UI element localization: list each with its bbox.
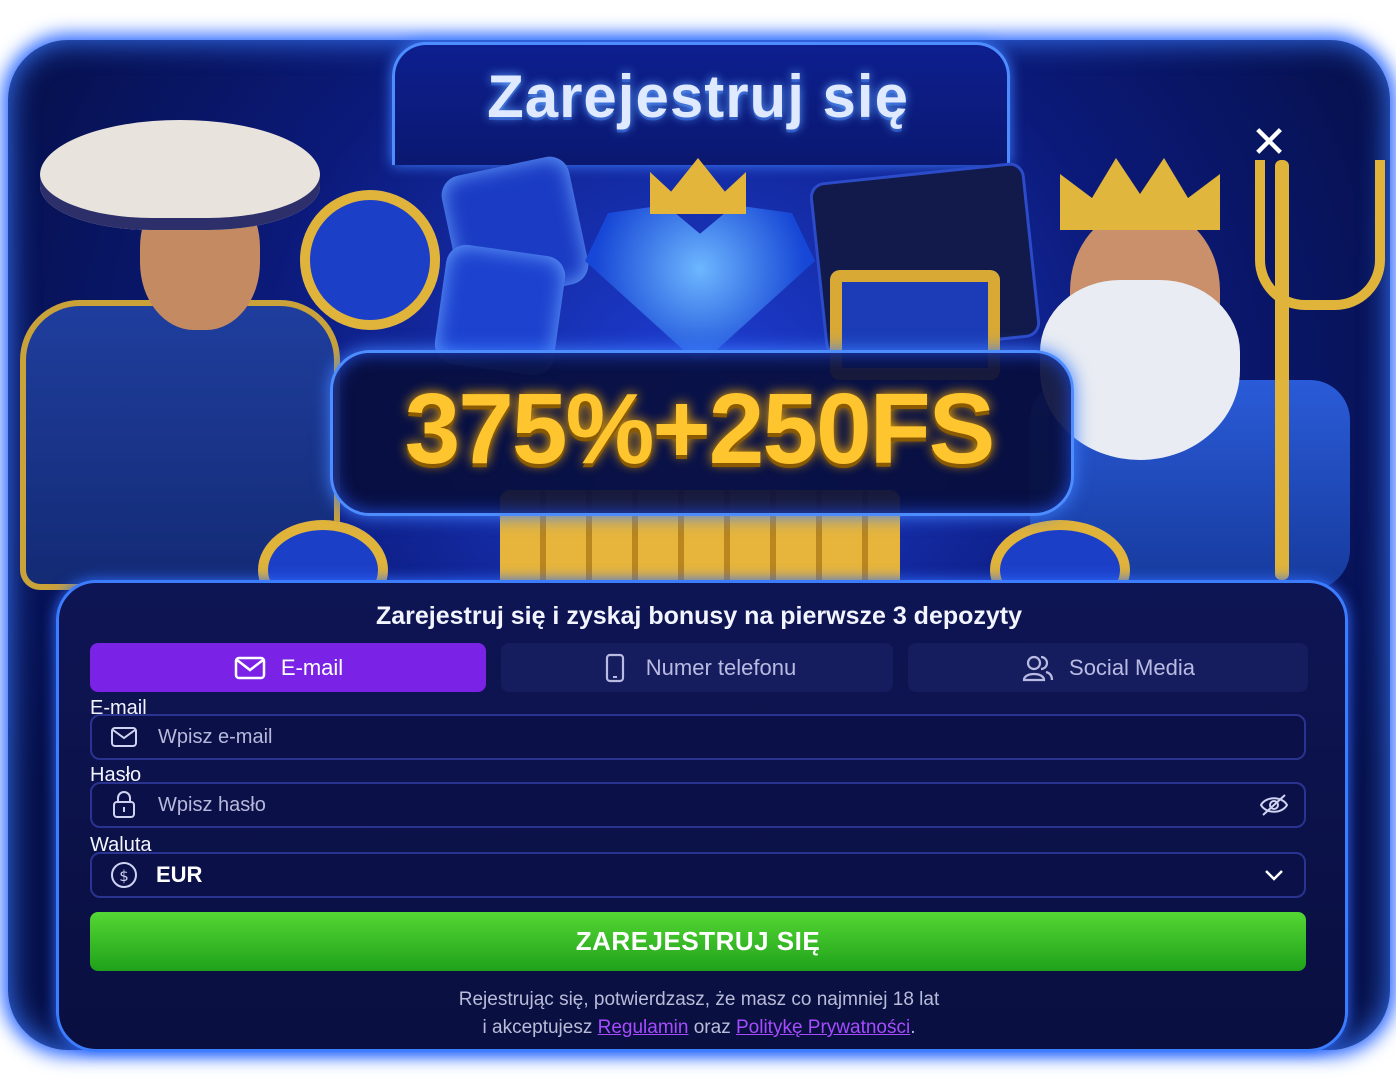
mail-icon (92, 726, 156, 748)
casino-chip-illustration (300, 190, 440, 330)
currency-exchange-icon: $ (92, 860, 156, 890)
legal-prefix: i akceptujesz (482, 1017, 593, 1038)
currency-select[interactable]: $ EUR (90, 852, 1306, 898)
password-field[interactable] (90, 782, 1306, 828)
cowboy-hat-illustration (40, 120, 320, 230)
bonus-offer-text: 375%+250FS (404, 373, 996, 485)
tab-label: E-mail (280, 654, 344, 680)
tab-label: Numer telefonu (645, 654, 797, 680)
legal-suffix: . (910, 1017, 916, 1038)
legal-notice: Rejestrując się, potwierdzasz, że masz c… (56, 986, 1342, 1042)
tab-email[interactable]: E-mail (90, 643, 486, 692)
registration-subtitle: Zarejestruj się i zyskaj bonusy na pierw… (375, 602, 1023, 630)
tab-phone[interactable]: Numer telefonu (501, 643, 893, 692)
close-button[interactable]: ✕ (1248, 121, 1290, 165)
terms-link[interactable]: Regulamin (598, 1017, 689, 1038)
tab-label: Social Media (1069, 654, 1195, 680)
password-input[interactable] (156, 792, 1244, 818)
tab-social-media[interactable]: Social Media (908, 643, 1308, 692)
lock-icon (92, 791, 156, 819)
currency-value: EUR (156, 862, 203, 887)
users-icon (1021, 651, 1055, 685)
email-field[interactable] (90, 714, 1306, 760)
trident-head-illustration (1255, 160, 1385, 310)
svg-text:$: $ (119, 867, 129, 885)
eye-off-icon[interactable] (1244, 793, 1304, 817)
legal-line-2: i akceptujesz Regulamin oraz Politykę Pr… (56, 1014, 1342, 1042)
chevron-down-icon[interactable] (1244, 869, 1304, 881)
mail-icon (233, 651, 267, 685)
privacy-policy-link[interactable]: Politykę Prywatności (736, 1017, 910, 1038)
register-button[interactable]: ZAREJESTRUJ SIĘ (90, 912, 1306, 971)
phone-icon (598, 651, 632, 685)
legal-line-1: Rejestrując się, potwierdzasz, że masz c… (458, 989, 940, 1010)
modal-title: Zarejestruj się (487, 63, 909, 130)
email-input[interactable] (156, 724, 1304, 750)
legal-connector: oraz (693, 1017, 731, 1038)
